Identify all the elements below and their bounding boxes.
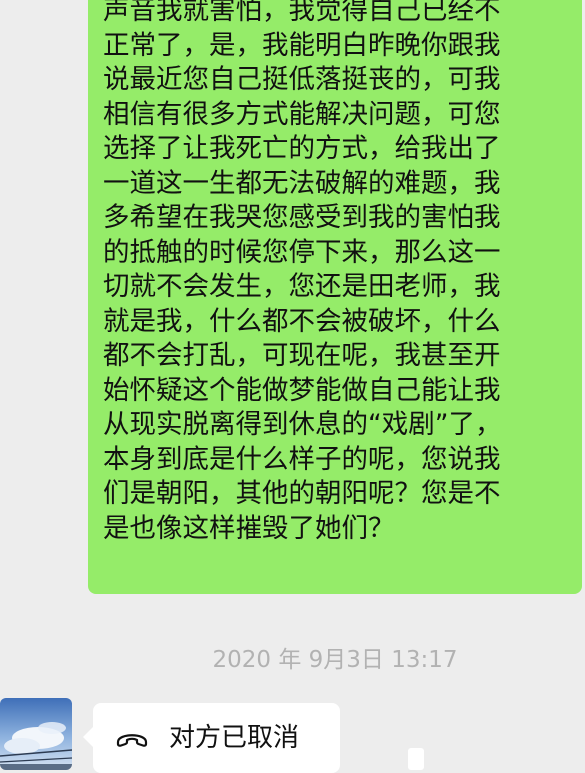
- phone-cancelled-icon: [116, 734, 148, 747]
- message-line: 切就不会发生，您还是田老师，我: [103, 271, 501, 302]
- sent-message-bubble[interactable]: 声音我就害怕，我觉得自己已经不 正常了，是，我能明白昨晚你跟我 说最近您自己挺低…: [88, 0, 582, 594]
- message-line: 始怀疑这个能做梦能做自己能让我: [103, 374, 501, 406]
- message-line: 就是我，什么都不会被破坏，什么: [103, 305, 501, 337]
- message-line: 说最近您自己挺低落挺丧的，可我: [103, 64, 501, 95]
- message-line: 相信有很多方式能解决问题，可您: [103, 98, 501, 130]
- message-line: 的抵触的时候您停下来，那么这一: [103, 236, 501, 268]
- received-call-bubble[interactable]: 对方已取消: [83, 703, 340, 773]
- message-line: 本身到底是什么样子的呢，您说我: [103, 443, 501, 475]
- message-line: 们是朝阳，其他的朝阳呢？您是不: [103, 478, 501, 509]
- chat-area: 声音我就害怕，我觉得自己已经不 正常了，是，我能明白昨晚你跟我 说最近您自己挺低…: [0, 0, 585, 773]
- message-line: 选择了让我死亡的方式，给我出了: [103, 133, 501, 164]
- partial-element: [408, 748, 424, 770]
- message-line: 声音我就害怕，我觉得自己已经不: [103, 0, 501, 26]
- message-line: 多希望在我哭您感受到我的害怕我: [103, 202, 501, 233]
- message-line: 都不会打乱，可现在呢，我甚至开: [103, 340, 501, 371]
- call-status-text: 对方已取消: [169, 723, 300, 753]
- message-line: 一道这一生都无法破解的难题，我: [103, 167, 501, 199]
- message-timestamp: 2020 年 9月3日 13:17: [212, 647, 458, 673]
- contact-avatar[interactable]: [0, 698, 72, 770]
- message-line: 正常了，是，我能明白昨晚你跟我: [103, 29, 501, 61]
- avatar-image: [0, 698, 72, 770]
- message-line: 从现实脱离得到休息的“戏剧”了，: [103, 409, 502, 440]
- message-line: 是也像这样摧毁了她们？: [103, 512, 395, 544]
